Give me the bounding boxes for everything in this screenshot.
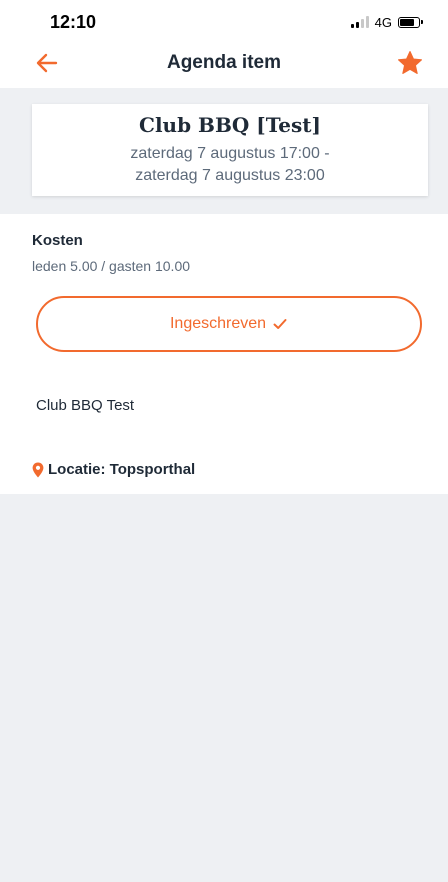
empty-content-area — [0, 494, 448, 882]
star-icon[interactable] — [396, 49, 424, 77]
arrow-left-icon[interactable] — [34, 50, 60, 76]
nav-bar: Agenda item — [0, 40, 448, 86]
status-time: 12:10 — [50, 11, 97, 32]
check-icon — [273, 319, 287, 329]
location-label: Locatie: Topsporthal — [48, 461, 196, 478]
page-title: Agenda item — [166, 52, 282, 73]
signup-label: Ingeschreven — [169, 315, 267, 332]
signal-icon — [350, 16, 369, 28]
status-indicators: 4G — [350, 14, 423, 30]
event-card: Club BBQ [Test] zaterdag 7 augustus 17:0… — [32, 104, 428, 196]
costs-label: Kosten — [32, 232, 83, 249]
status-bar: 12:10 4G — [0, 0, 448, 44]
map-pin-icon — [32, 462, 44, 477]
location: Locatie: Topsporthal — [32, 461, 195, 478]
network-type: 4G — [374, 14, 392, 30]
event-title: Club BBQ [Test] — [139, 113, 321, 137]
signup-status-button[interactable]: Ingeschreven — [36, 296, 422, 352]
battery-icon — [398, 16, 423, 28]
event-date-end: zaterdag 7 augustus 23:00 — [135, 167, 325, 184]
costs-value: leden 5.00 / gasten 10.00 — [32, 258, 191, 274]
event-description: Club BBQ Test — [36, 397, 135, 414]
event-date-start: zaterdag 7 augustus 17:00 - — [130, 145, 330, 162]
